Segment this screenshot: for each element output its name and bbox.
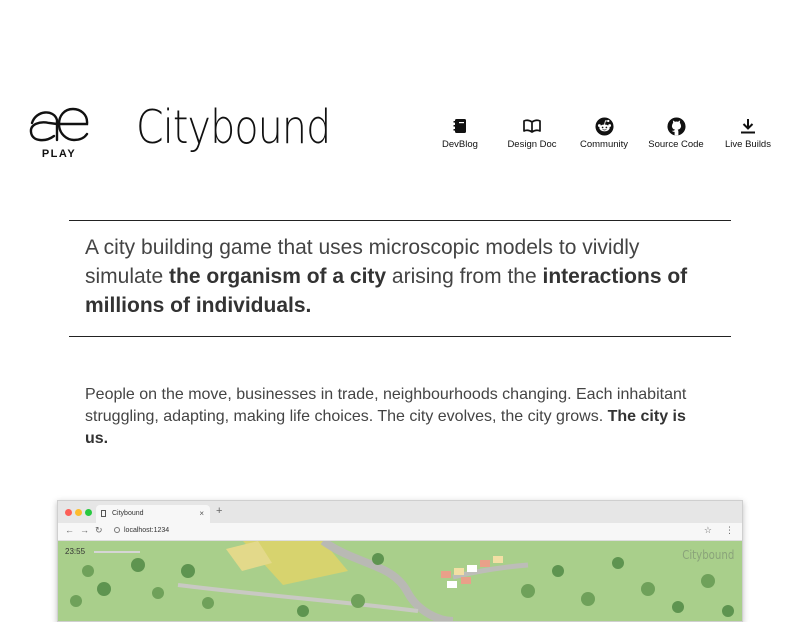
star-icon: ☆ bbox=[703, 525, 712, 535]
reddit-icon bbox=[594, 116, 614, 136]
minimize-window-dot bbox=[75, 509, 82, 516]
tagline-part-2: arising from the bbox=[386, 265, 543, 288]
game-screenshot: Citybound × + ← → ↻ localhost:1234 ☆ ⋮ 2… bbox=[57, 500, 743, 622]
forward-icon: → bbox=[80, 525, 89, 535]
logo-play-label: PLAY bbox=[41, 148, 77, 160]
tagline-section: A city building game that uses microscop… bbox=[69, 220, 731, 337]
game-watermark: Citybound bbox=[681, 548, 734, 562]
url-field: localhost:1234 bbox=[114, 525, 169, 537]
description-text: People on the move, businesses in trade,… bbox=[85, 386, 687, 425]
tagline-bold-1: the organism of a city bbox=[169, 265, 387, 288]
nav-source-code[interactable]: Source Code bbox=[640, 116, 712, 150]
notebook-icon bbox=[453, 116, 467, 136]
site-title[interactable]: Citybound bbox=[136, 100, 331, 154]
browser-tab-bar: Citybound × + bbox=[58, 501, 742, 523]
nav-source-code-label: Source Code bbox=[648, 139, 704, 150]
close-icon: × bbox=[199, 509, 204, 518]
nav-devblog-label: DevBlog bbox=[442, 139, 478, 150]
main-nav: DevBlog Design Doc Community Source Code… bbox=[424, 116, 784, 150]
back-icon: ← bbox=[65, 525, 74, 535]
nav-live-builds-label: Live Builds bbox=[725, 139, 771, 150]
nav-community[interactable]: Community bbox=[568, 116, 640, 150]
ae-play-logo[interactable]: PLAY bbox=[28, 106, 90, 162]
nav-design-doc[interactable]: Design Doc bbox=[496, 116, 568, 150]
nav-live-builds[interactable]: Live Builds bbox=[712, 116, 784, 150]
ae-logo-icon bbox=[29, 107, 89, 142]
new-tab-icon: + bbox=[216, 505, 223, 517]
url-text: localhost:1234 bbox=[124, 527, 170, 534]
github-icon bbox=[666, 116, 686, 136]
browser-tab: Citybound × bbox=[96, 505, 210, 523]
reload-icon: ↻ bbox=[95, 525, 103, 535]
close-window-dot bbox=[65, 509, 72, 516]
nav-devblog[interactable]: DevBlog bbox=[424, 116, 496, 150]
menu-icon: ⋮ bbox=[725, 525, 734, 535]
browser-tab-title: Citybound bbox=[112, 510, 144, 517]
description: People on the move, businesses in trade,… bbox=[85, 384, 705, 450]
maximize-window-dot bbox=[85, 509, 92, 516]
game-view: 23:55 Citybound bbox=[58, 541, 742, 621]
info-icon bbox=[114, 527, 120, 533]
nav-community-label: Community bbox=[579, 139, 629, 150]
game-speed-slider bbox=[94, 551, 140, 553]
page-icon bbox=[101, 510, 106, 517]
open-book-icon bbox=[523, 116, 541, 136]
city-map-illustration bbox=[70, 541, 734, 621]
game-clock: 23:55 bbox=[65, 547, 86, 556]
tagline: A city building game that uses microscop… bbox=[85, 233, 715, 320]
nav-design-doc-label: Design Doc bbox=[507, 139, 557, 150]
download-icon bbox=[740, 116, 756, 136]
browser-address-bar: ← → ↻ localhost:1234 ☆ ⋮ bbox=[58, 523, 742, 541]
